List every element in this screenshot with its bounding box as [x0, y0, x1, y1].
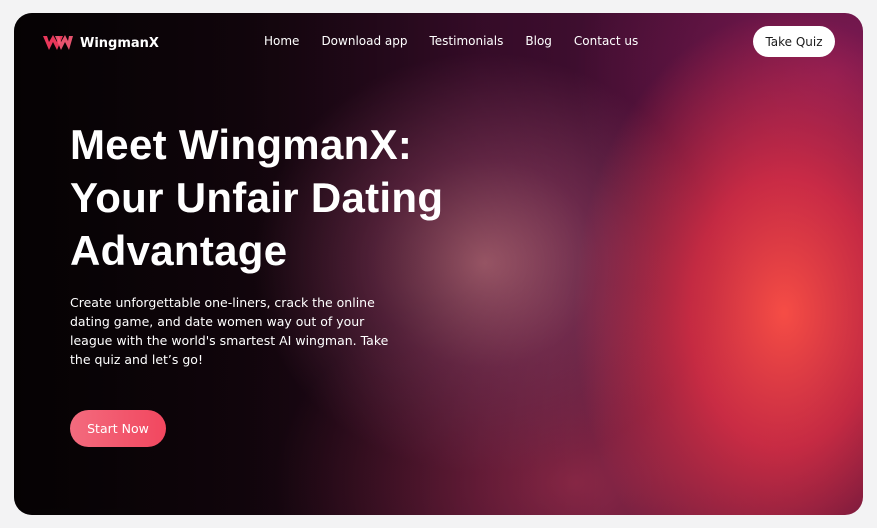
headline-line-2: Your Unfair Dating — [70, 174, 444, 221]
nav-item-download-app[interactable]: Download app — [321, 34, 407, 48]
hero-headline: Meet WingmanX: Your Unfair Dating Advant… — [70, 118, 443, 277]
hero-description: Create unforgettable one-liners, crack t… — [70, 295, 389, 367]
nav-item-home[interactable]: Home — [264, 34, 299, 48]
brand-logo[interactable]: WingmanX — [42, 33, 159, 53]
nav-item-blog[interactable]: Blog — [525, 34, 552, 48]
main-nav: Home Download app Testimonials Blog Cont… — [264, 34, 638, 48]
hero-section: WingmanX Home Download app Testimonials … — [14, 13, 863, 515]
headline-line-3: Advantage — [70, 227, 288, 274]
take-quiz-button[interactable]: Take Quiz — [753, 26, 835, 57]
start-now-button[interactable]: Start Now — [70, 410, 166, 447]
w-logo-icon — [43, 35, 73, 50]
nav-item-contact-us[interactable]: Contact us — [574, 34, 638, 48]
headline-line-1: Meet WingmanX: — [70, 121, 413, 168]
nav-item-testimonials[interactable]: Testimonials — [430, 34, 504, 48]
brand-name: WingmanX — [80, 35, 159, 51]
